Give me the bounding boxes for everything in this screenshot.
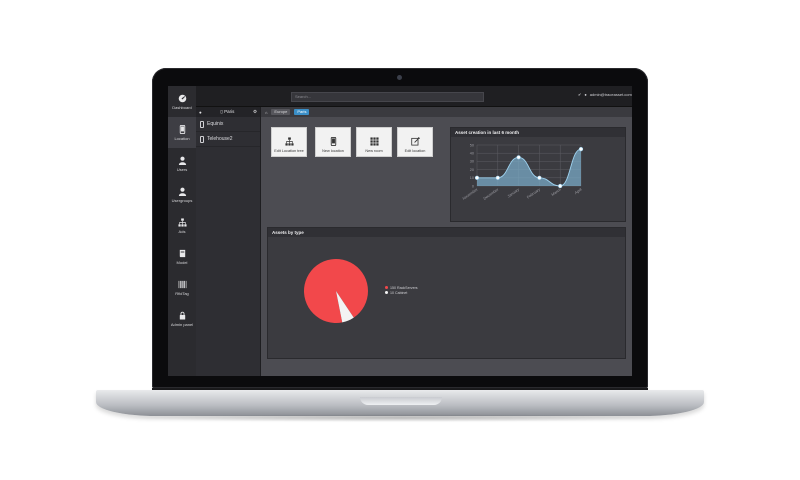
new-location-button[interactable]: New location: [315, 127, 351, 157]
edit-location-tree-button[interactable]: Edit Location tree: [271, 127, 307, 157]
x-tick-label: February: [526, 187, 541, 199]
y-tick-label: 40: [470, 152, 474, 156]
data-point: [495, 175, 500, 180]
device-icon: [200, 135, 204, 143]
sidebar-item-rfidtag[interactable]: RfidTag: [168, 272, 196, 303]
data-point: [516, 155, 521, 160]
data-point: [474, 175, 480, 180]
sidebar-item-label: Location: [174, 135, 190, 141]
sidebar-item-label: RfidTag: [175, 290, 189, 296]
sidebar: Dashboard Location Users Usergroups Ads …: [168, 86, 197, 376]
tree-title: ▯ Paris: [220, 109, 235, 114]
legend-label: 10 Cabinet: [390, 291, 408, 295]
y-tick-label: 0: [472, 184, 474, 188]
x-tick-label: April: [574, 187, 583, 195]
tree-item-label: Equinix: [207, 121, 224, 127]
legend-dot: [385, 291, 388, 294]
book-icon: [179, 249, 185, 257]
dashboard-icon: [178, 94, 186, 102]
home-icon[interactable]: ⌂: [265, 110, 267, 115]
sidebar-item-ads[interactable]: Ads: [168, 210, 196, 241]
data-point: [558, 183, 563, 189]
usergroup-icon: [178, 187, 186, 196]
panel-title: Asset creation in last 6 month: [451, 128, 625, 137]
button-label: Edit Location tree: [274, 149, 304, 153]
user-icon: [178, 156, 186, 165]
button-label: New room: [365, 149, 383, 153]
data-point: [537, 175, 542, 180]
search-input[interactable]: Search...: [291, 92, 484, 102]
breadcrumb-paris[interactable]: Paris: [294, 109, 310, 115]
breadcrumb: ⌂ Europe Paris: [261, 107, 632, 117]
x-tick-label: November: [462, 187, 479, 201]
user-email: admin@traceasset.com: [589, 92, 632, 97]
sidebar-item-label: Model: [176, 259, 188, 265]
tree-item-telehouse2[interactable]: Telehouse2: [196, 132, 260, 147]
home-icon[interactable]: ●: [199, 110, 202, 115]
user-icon: ●: [584, 92, 587, 97]
asset-creation-chart: 0 10 20 30 40 50 November December January Februa…: [462, 143, 584, 201]
x-tick-label: December: [483, 187, 500, 201]
top-bar: Search... ✔ ● admin@traceasset.com ⚙: [196, 86, 632, 107]
sidebar-item-users[interactable]: Users: [168, 148, 196, 179]
button-label: Edit location: [404, 149, 426, 153]
sidebar-item-label: Usergroups: [171, 197, 193, 203]
pie-legend: 150 RackServers 10 Cabinet: [385, 286, 418, 296]
user-menu[interactable]: ✔ ● admin@traceasset.com ⚙: [578, 92, 632, 97]
edit-location-button[interactable]: Edit location: [397, 127, 433, 157]
phone-location-icon: [330, 137, 336, 146]
sidebar-item-usergroups[interactable]: Usergroups: [168, 179, 196, 210]
hierarchy-icon: [177, 217, 187, 227]
app-screen: Dashboard Location Users Usergroups Ads …: [168, 86, 632, 376]
sidebar-item-label: Ads: [178, 228, 186, 234]
device-icon: [200, 120, 204, 128]
edit-icon: [410, 137, 420, 146]
x-tick-label: March: [551, 188, 562, 197]
tree-title-label: Paris: [224, 109, 235, 114]
panel-title: Assets by type: [268, 228, 625, 237]
sidebar-item-label: Users: [176, 166, 188, 172]
laptop-shadow: [120, 414, 680, 422]
x-tick-label: January: [507, 187, 520, 198]
check-icon: ✔: [578, 92, 582, 97]
main-content: ⌂ Europe Paris Edit Location tree New lo…: [261, 107, 632, 376]
hierarchy-icon: [284, 137, 294, 146]
sidebar-item-dashboard[interactable]: Dashboard: [168, 86, 196, 117]
legend-dot: [385, 286, 388, 289]
tree-item-label: Telehouse2: [207, 136, 233, 142]
breadcrumb-europe[interactable]: Europe: [271, 109, 291, 115]
data-point: [578, 147, 584, 152]
y-tick-label: 10: [470, 176, 474, 180]
phone-location-icon: [179, 124, 185, 134]
sidebar-item-label: Admin panel: [170, 321, 194, 327]
tree-header: ● ▯ Paris ⚙: [196, 107, 260, 117]
camera: [397, 75, 402, 80]
location-tree: ● ▯ Paris ⚙ Equinix Telehouse2: [196, 107, 261, 376]
assets-by-type-pie: [303, 259, 368, 323]
laptop-notch: [360, 397, 442, 405]
asset-creation-panel: Asset creation in last 6 month 0 10 20 30 40…: [450, 127, 626, 222]
assets-by-type-panel: Assets by type 150 RackServers 10 Cabine…: [267, 227, 626, 359]
y-tick-label: 30: [470, 160, 474, 164]
grid-icon: [369, 137, 379, 146]
lock-icon: [179, 311, 185, 320]
legend-label: 150 RackServers: [390, 286, 418, 290]
y-tick-label: 20: [470, 168, 474, 172]
tree-item-equinix[interactable]: Equinix: [196, 117, 260, 132]
gear-icon[interactable]: ⚙: [253, 109, 257, 115]
sidebar-item-model[interactable]: Model: [168, 241, 196, 272]
new-room-button[interactable]: New room: [356, 127, 392, 157]
sidebar-item-admin-panel[interactable]: Admin panel: [168, 303, 196, 334]
y-tick-label: 50: [470, 143, 474, 147]
button-label: New location: [322, 149, 344, 153]
sidebar-item-location[interactable]: Location: [168, 117, 196, 148]
sidebar-item-label: Dashboard: [172, 104, 192, 110]
laptop-lid: Dashboard Location Users Usergroups Ads …: [152, 68, 648, 388]
barcode-icon: [178, 280, 186, 288]
legend-item-cabinet: 10 Cabinet: [385, 291, 418, 296]
